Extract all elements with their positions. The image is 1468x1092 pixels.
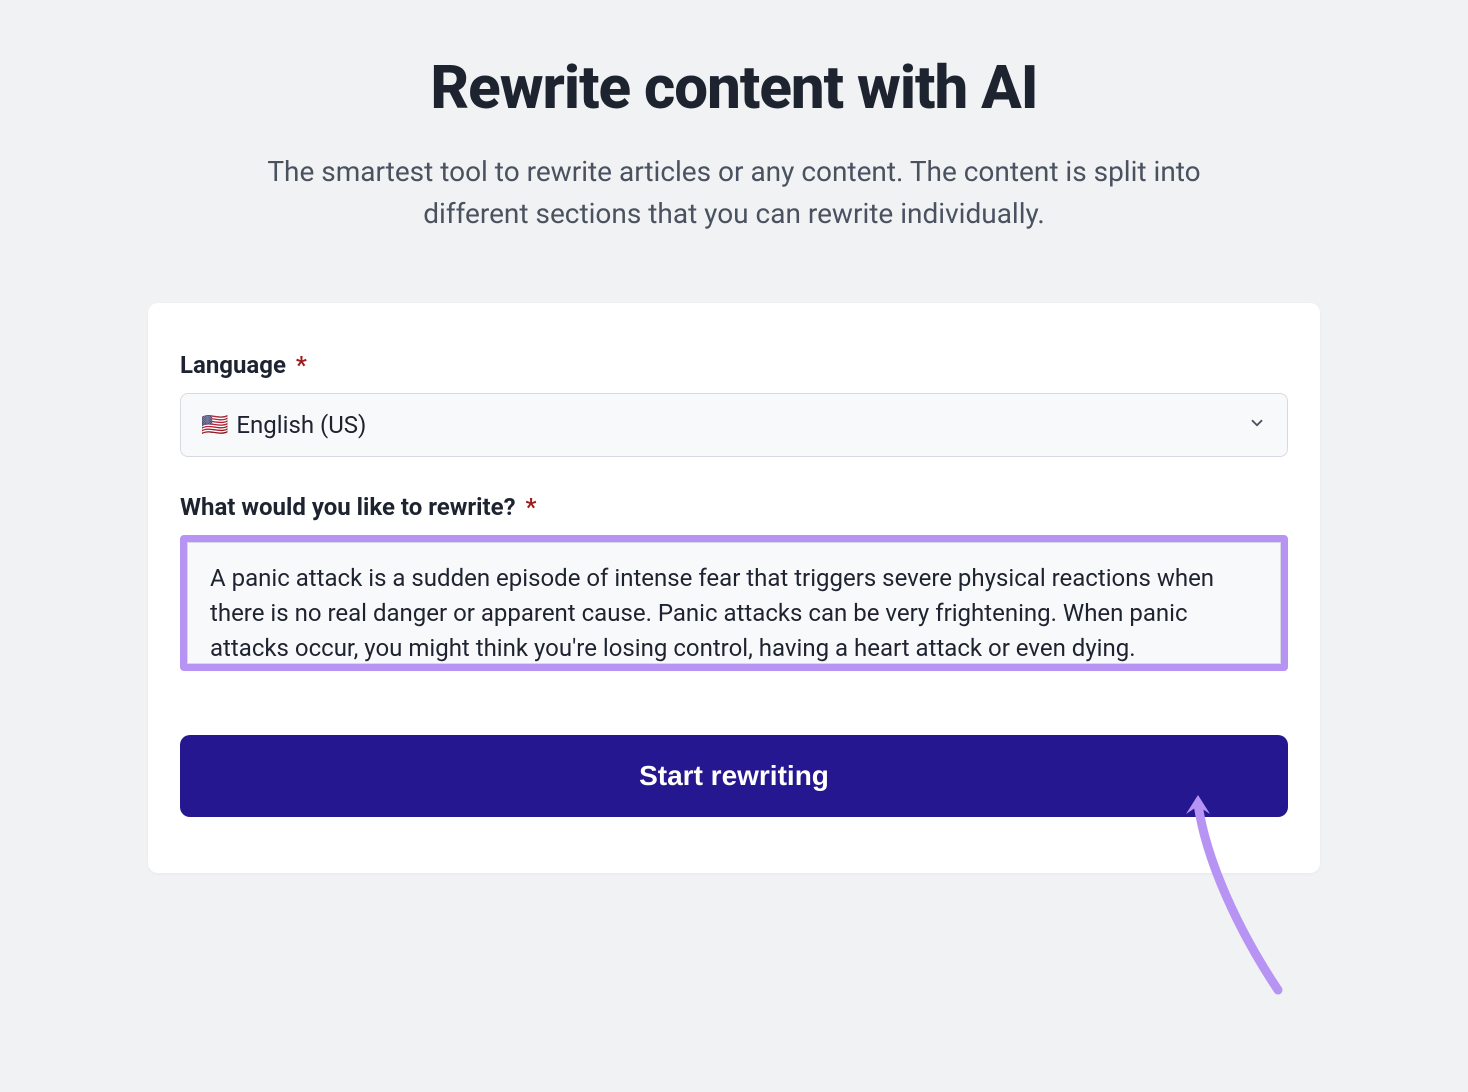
language-field-group: Language * 🇺🇸 English (US)	[180, 351, 1288, 457]
us-flag-icon: 🇺🇸	[201, 413, 228, 438]
page-title: Rewrite content with AI	[0, 52, 1468, 123]
page-header: Rewrite content with AI The smartest too…	[0, 52, 1468, 235]
required-indicator: *	[526, 493, 537, 521]
language-label-text: Language	[180, 351, 286, 379]
page-container: Rewrite content with AI The smartest too…	[0, 0, 1468, 873]
language-value: English (US)	[236, 411, 366, 439]
form-card: Language * 🇺🇸 English (US) What would yo…	[148, 303, 1320, 873]
language-label: Language *	[180, 351, 1288, 379]
language-select-wrapper: 🇺🇸 English (US)	[180, 393, 1288, 457]
content-label-text: What would you like to rewrite?	[180, 493, 516, 521]
page-subtitle: The smartest tool to rewrite articles or…	[234, 151, 1234, 235]
language-select[interactable]: 🇺🇸 English (US)	[180, 393, 1288, 457]
required-indicator: *	[296, 351, 307, 379]
content-field-group: What would you like to rewrite? *	[180, 493, 1288, 671]
textarea-highlight-box	[180, 535, 1288, 671]
content-label: What would you like to rewrite? *	[180, 493, 1288, 521]
start-rewriting-button[interactable]: Start rewriting	[180, 735, 1288, 817]
content-textarea[interactable]	[187, 542, 1281, 664]
